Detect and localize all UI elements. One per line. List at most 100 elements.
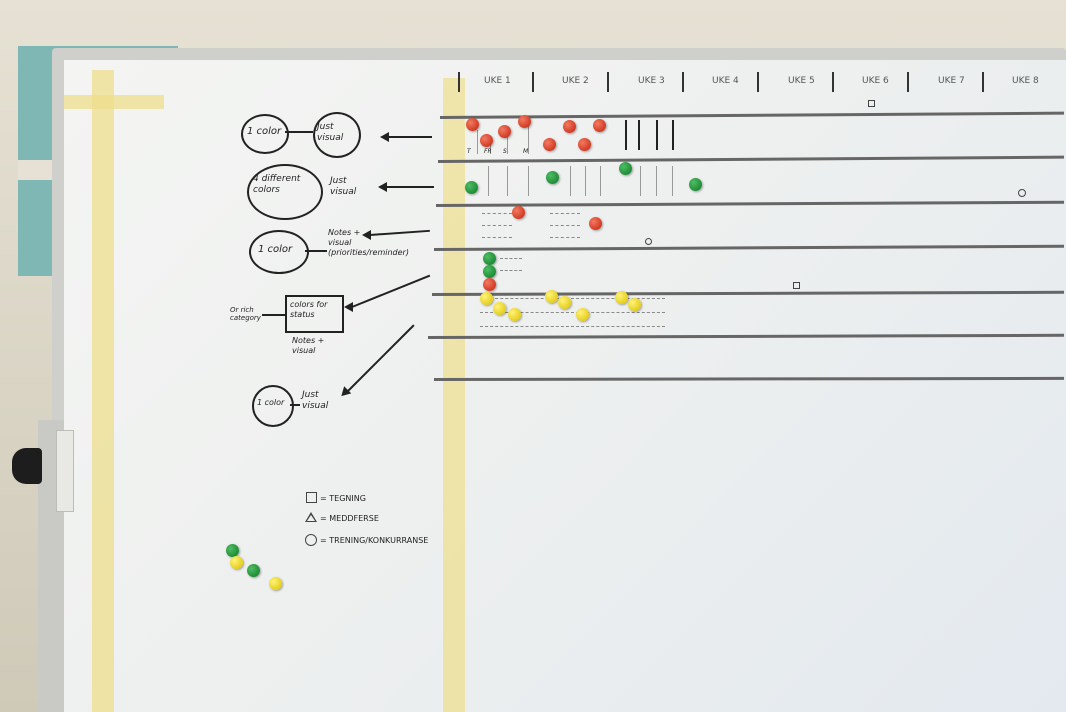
arrow-head (378, 182, 387, 192)
week-label-3: UKE 3 (638, 76, 665, 86)
red-magnet[interactable] (498, 125, 511, 138)
green-magnet[interactable] (465, 181, 478, 194)
legend-square-icon (306, 492, 317, 503)
marker-line (528, 166, 529, 196)
row1-right-note: Just visual (317, 122, 344, 143)
marker-line (672, 120, 674, 150)
legend-circle-label: = TRENING/KONKURRANSE (320, 536, 429, 545)
row1-sublabel: T (467, 148, 471, 155)
week-label-8: UKE 8 (1012, 76, 1039, 86)
row5-right-note: Just visual (302, 390, 329, 411)
stand-bracket (56, 430, 74, 512)
note-scribble (482, 213, 512, 214)
stem (507, 135, 508, 154)
red-magnet[interactable] (480, 134, 493, 147)
week-label-6: UKE 6 (862, 76, 889, 86)
week-label-7: UKE 7 (938, 76, 965, 86)
green-magnet[interactable] (619, 162, 632, 175)
red-magnet[interactable] (543, 138, 556, 151)
small-square-mark (868, 100, 875, 107)
marker-line (488, 166, 489, 196)
green-magnet[interactable] (689, 178, 702, 191)
note-scribble (480, 326, 665, 327)
stand-knob (12, 448, 42, 484)
marker-line (625, 120, 627, 150)
yellow-magnet[interactable] (576, 308, 589, 321)
yellow-magnet[interactable] (493, 302, 506, 315)
row3-left-note: 1 color (258, 244, 293, 255)
week-tick (682, 72, 684, 92)
marker-line (656, 166, 657, 196)
small-circle-mark (645, 238, 652, 245)
legend-circle-icon (305, 534, 317, 546)
row4-side-note: Or rich category (230, 306, 261, 322)
week-label-2: UKE 2 (562, 76, 589, 86)
row1-sublabel: FR (484, 148, 492, 155)
stem (477, 130, 478, 154)
arrow-line (388, 136, 432, 138)
week-tick (907, 72, 909, 92)
arrow-line (386, 186, 434, 188)
yellow-magnet[interactable] (480, 292, 493, 305)
row1-sublabel: M (523, 148, 529, 155)
note-scribble (550, 237, 580, 238)
week-tick (532, 72, 534, 92)
week-label-4: UKE 4 (712, 76, 739, 86)
arrow-head (344, 302, 353, 312)
small-circle-mark (1018, 189, 1026, 197)
week-tick (458, 72, 460, 92)
red-magnet[interactable] (518, 115, 531, 128)
green-magnet[interactable] (247, 564, 260, 577)
marker-line (672, 166, 673, 196)
small-square-mark (793, 282, 800, 289)
yellow-magnet[interactable] (558, 296, 571, 309)
connector-line (305, 250, 327, 252)
green-magnet[interactable] (546, 171, 559, 184)
row1-sublabel: S (503, 148, 507, 155)
note-scribble (482, 225, 512, 226)
tape-strip-divider (443, 78, 465, 712)
row5-left-note: 1 color (257, 398, 285, 407)
week-tick (607, 72, 609, 92)
arrow-head (380, 132, 389, 142)
legend-square-label: = TEGNING (320, 494, 366, 503)
marker-line (656, 120, 658, 150)
red-magnet[interactable] (563, 120, 576, 133)
red-magnet[interactable] (512, 206, 525, 219)
connector-line (262, 314, 285, 316)
green-magnet[interactable] (483, 252, 496, 265)
row1-left-note: 1 color (247, 126, 282, 137)
marker-line (638, 120, 640, 150)
legend-triangle-label: = MEDDFERSE (320, 514, 379, 523)
tape-strip-left (92, 70, 114, 712)
yellow-magnet[interactable] (230, 556, 243, 569)
marker-line (640, 166, 641, 196)
tape-strip-top (64, 95, 164, 109)
yellow-magnet[interactable] (615, 291, 628, 304)
week-tick (982, 72, 984, 92)
connector-line (290, 404, 300, 406)
red-magnet[interactable] (466, 118, 479, 131)
marker-line (507, 166, 508, 196)
yellow-magnet[interactable] (545, 290, 558, 303)
green-magnet[interactable] (483, 265, 496, 278)
row4-box-note: colors for status (290, 300, 328, 319)
legend-triangle-inner (307, 515, 315, 521)
note-scribble (550, 213, 580, 214)
red-magnet[interactable] (483, 278, 496, 291)
week-label-5: UKE 5 (788, 76, 815, 86)
note-scribble (500, 258, 522, 259)
yellow-magnet[interactable] (269, 577, 282, 590)
yellow-magnet[interactable] (508, 308, 521, 321)
row2-right-note: Just visual (330, 176, 357, 197)
marker-line (600, 166, 601, 196)
red-magnet[interactable] (578, 138, 591, 151)
week-tick (832, 72, 834, 92)
yellow-magnet[interactable] (628, 298, 641, 311)
red-magnet[interactable] (589, 217, 602, 230)
red-magnet[interactable] (593, 119, 606, 132)
week-tick (757, 72, 759, 92)
note-scribble (500, 270, 522, 271)
connector-line (285, 131, 313, 133)
arrow-head (362, 230, 371, 240)
